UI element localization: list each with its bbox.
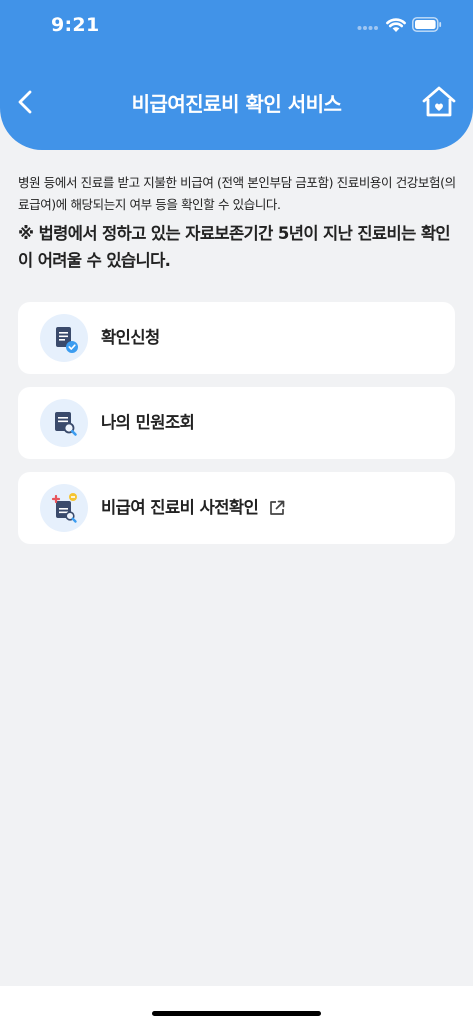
wifi-icon	[386, 18, 406, 32]
bottom-safe-area	[0, 986, 473, 1024]
document-check-icon	[56, 327, 78, 353]
menu-item-my-inquiry[interactable]: 나의 민원조회	[18, 387, 455, 459]
icon-circle	[40, 399, 88, 447]
page-title: 비급여진료비 확인 서비스	[131, 92, 342, 116]
cellular-signal-icon	[357, 26, 378, 30]
menu-item-label: 확인신청	[101, 328, 160, 347]
menu-item-apply[interactable]: 확인신청	[18, 302, 455, 374]
document-search-icon	[55, 412, 77, 436]
battery-icon	[412, 17, 442, 32]
menu-item-label: 비급여 진료비 사전확인	[101, 498, 259, 517]
home-icon[interactable]	[420, 84, 458, 120]
retention-notice: ※ 법령에서 정하고 있는 자료보존기간 5년이 지난 진료비는 확인이 어려울…	[18, 224, 451, 270]
menu-item-label-row: 비급여 진료비 사전확인	[101, 472, 286, 544]
icon-circle	[40, 484, 88, 532]
external-link-icon	[270, 500, 285, 515]
icon-circle	[40, 314, 88, 362]
status-time: 9:21	[51, 14, 100, 36]
home-indicator[interactable]	[152, 1011, 321, 1016]
menu-item-label: 나의 민원조회	[101, 413, 195, 432]
app-header: 9:21 비급여진료비 확인 서비스	[0, 0, 473, 150]
service-description: 병원 등에서 진료를 받고 지불한 비급여 (전액 본인부담 금포함) 진료비용…	[18, 175, 456, 212]
menu-item-precheck[interactable]: 비급여 진료비 사전확인	[18, 472, 455, 544]
medical-document-search-icon	[51, 493, 77, 523]
